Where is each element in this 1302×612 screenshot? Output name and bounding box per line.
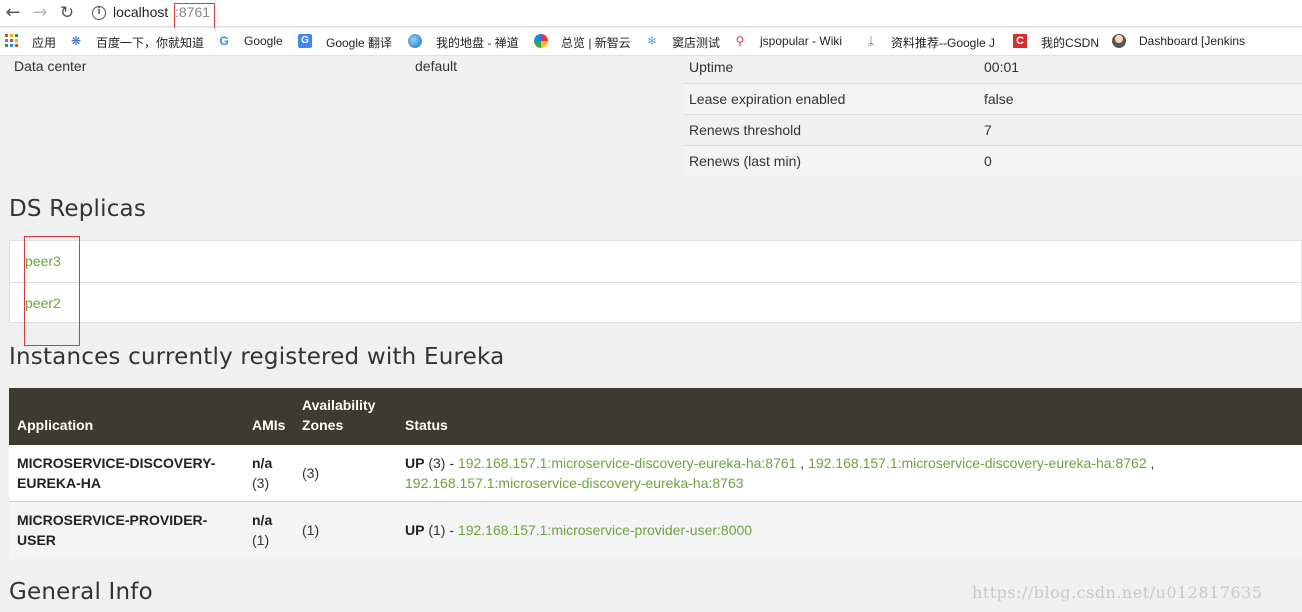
google-g-icon: G	[219, 34, 229, 48]
xinzhiyun-icon	[534, 34, 548, 48]
data-center-value: default	[415, 58, 458, 74]
col-amis: AMIs	[252, 417, 286, 433]
table-row: MICROSERVICE-PROVIDER- USER n/a (1) (1) …	[9, 502, 1302, 559]
general-info-title: General Info	[9, 579, 153, 605]
bookmark-baidu[interactable]: 百度一下，你就知道	[96, 34, 204, 51]
instance-link[interactable]: 192.168.157.1:microservice-provider-user…	[458, 522, 752, 538]
replicas-highlight-box	[24, 236, 80, 346]
bookmark-google[interactable]: Google	[244, 34, 283, 48]
bookmark-ziliao[interactable]: 资料推荐--Google J	[891, 34, 995, 51]
app-name-line1: MICROSERVICE-PROVIDER-	[17, 512, 208, 528]
col-zones-line1: Availability	[302, 397, 376, 413]
app-name-line2: EUREKA-HA	[17, 475, 101, 491]
bookmark-xinzhiyun[interactable]: 总览 | 新智云	[561, 34, 631, 51]
port-highlight-box	[174, 3, 215, 29]
amis-count: (1)	[252, 532, 270, 548]
amis-count: (3)	[252, 475, 270, 491]
stat-key: Renews (last min)	[689, 153, 802, 169]
amis-value: n/a	[252, 455, 273, 471]
amis-value: n/a	[252, 512, 273, 528]
bookmark-doudian[interactable]: 窦店测试	[672, 34, 720, 51]
stat-key: Renews threshold	[689, 122, 802, 138]
bookmark-zentao[interactable]: 我的地盘 - 禅道	[436, 34, 519, 51]
back-arrow-icon[interactable]: ←	[3, 3, 23, 23]
instances-title: Instances currently registered with Eure…	[9, 344, 505, 370]
instance-link[interactable]: 192.168.157.1:microservice-discovery-eur…	[405, 475, 744, 491]
google-translate-icon: G	[298, 34, 312, 48]
apps-icon[interactable]	[5, 34, 18, 47]
stat-row-uptime: Uptime 00:01	[684, 52, 1302, 83]
status-count: (1) -	[424, 522, 458, 538]
bookmark-csdn[interactable]: 我的CSDN	[1041, 34, 1099, 51]
list-item: peer3	[10, 241, 1302, 282]
ds-replicas-list: peer3 peer2	[9, 240, 1302, 323]
knife-fork-icon: ᛦ	[867, 34, 875, 48]
snowflake-icon: ❄	[646, 34, 658, 48]
map-pin-icon: ⚲	[735, 34, 745, 48]
col-status: Status	[405, 417, 448, 433]
address-bar: ← → ↻ i localhost :8761	[0, 0, 1302, 29]
table-header: Application AMIs Availability Zones Stat…	[9, 388, 1302, 445]
reload-icon[interactable]: ↻	[57, 3, 77, 23]
stat-row-renews-last-min: Renews (last min) 0	[684, 145, 1302, 176]
stat-value: 0	[984, 153, 992, 169]
status-count: (3) -	[424, 455, 458, 471]
bookmark-apps[interactable]: 应用	[32, 34, 56, 51]
stat-value: 00:01	[984, 59, 1020, 75]
status-cell-cont: 192.168.157.1:microservice-discovery-eur…	[405, 473, 744, 493]
stat-key: Uptime	[689, 59, 734, 75]
baidu-paw-icon: ❋	[70, 34, 82, 48]
app-name-line1: MICROSERVICE-DISCOVERY-	[17, 455, 216, 471]
instance-link[interactable]: 192.168.157.1:microservice-discovery-eur…	[808, 455, 1147, 471]
app-name-line2: USER	[17, 532, 56, 548]
list-item: peer2	[10, 282, 1302, 323]
url-host[interactable]: localhost	[113, 4, 168, 20]
watermark: https://blog.csdn.net/u012817635	[972, 583, 1263, 602]
forward-arrow-icon[interactable]: →	[30, 3, 50, 23]
jenkins-icon	[1112, 34, 1126, 48]
col-application: Application	[17, 417, 94, 433]
status-up: UP	[405, 522, 425, 538]
info-icon[interactable]: i	[92, 6, 106, 20]
stat-value: false	[984, 91, 1014, 107]
stat-row-lease: Lease expiration enabled false	[684, 83, 1302, 114]
zentao-globe-icon	[408, 34, 422, 48]
zones-value: (3)	[302, 465, 320, 481]
eureka-page: Data center default Uptime 00:01 Lease e…	[0, 56, 1302, 612]
instance-link[interactable]: 192.168.157.1:microservice-discovery-eur…	[458, 455, 797, 471]
status-cell: UP (3) - 192.168.157.1:microservice-disc…	[405, 455, 1155, 471]
stat-row-renews-threshold: Renews threshold 7	[684, 114, 1302, 145]
table-row: MICROSERVICE-DISCOVERY- EUREKA-HA n/a (3…	[9, 445, 1302, 502]
stat-key: Lease expiration enabled	[689, 91, 846, 107]
col-zones-line2: Zones	[302, 417, 344, 433]
bookmark-jspopular[interactable]: jspopular - Wiki	[760, 34, 842, 48]
status-cell: UP (1) - 192.168.157.1:microservice-prov…	[405, 520, 752, 540]
csdn-icon: C	[1013, 34, 1027, 48]
bookmark-google-translate[interactable]: Google 翻译	[326, 34, 392, 51]
zones-value: (1)	[302, 522, 320, 538]
ds-replicas-title: DS Replicas	[9, 196, 147, 222]
data-center-label: Data center	[14, 58, 87, 74]
status-up: UP	[405, 455, 425, 471]
stat-value: 7	[984, 122, 992, 138]
bookmark-jenkins[interactable]: Dashboard [Jenkins	[1139, 34, 1245, 48]
